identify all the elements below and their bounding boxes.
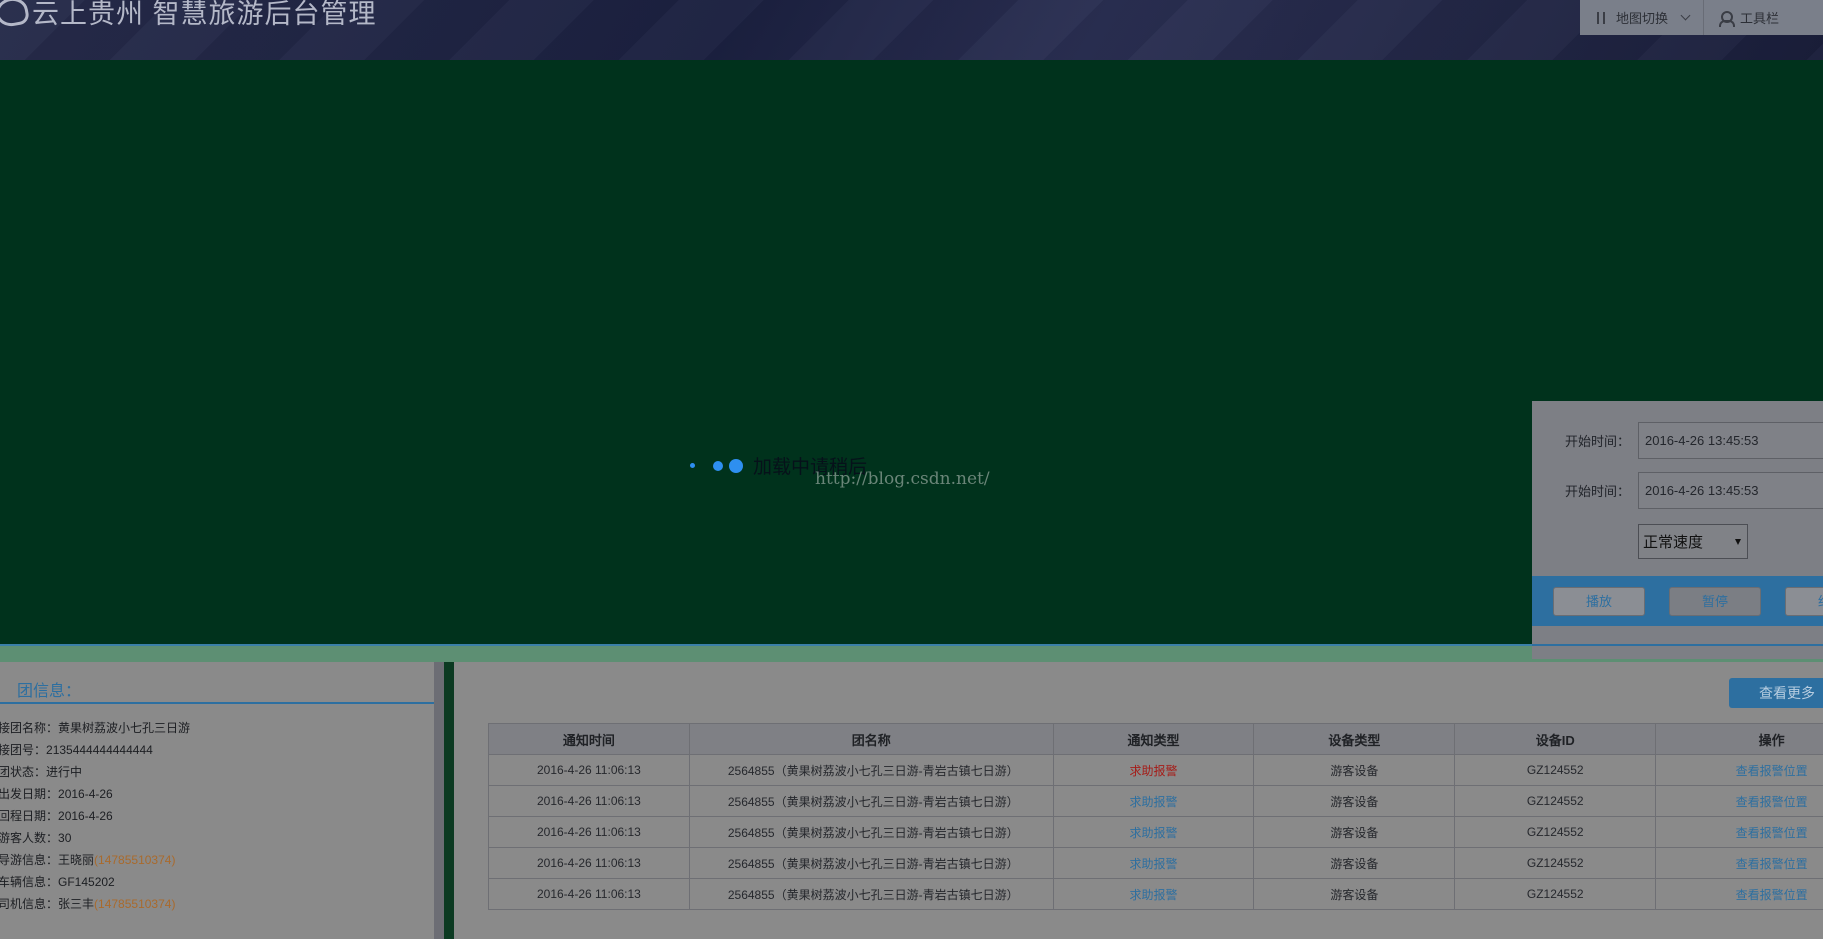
play-button[interactable]: 播放 [1553, 587, 1645, 616]
notice-type: 求助报警 [1052, 754, 1255, 786]
playback-panel: 开始时间： 2016-4-26 13:45:53 开始时间： 2016-4-26… [1532, 401, 1823, 659]
table-row: 2016-4-26 11:06:13 2564855（黄果树荔波小七孔三日游-青… [488, 847, 1823, 879]
column-header: 设备ID [1454, 723, 1657, 755]
column-header: 操作 [1655, 723, 1823, 755]
group-name: 2564855（黄果树荔波小七孔三日游-青岩古镇七日游） [688, 754, 1054, 786]
notice-type: 求助报警 [1052, 847, 1255, 879]
start-time-label: 开始时间： [1564, 434, 1630, 449]
view-alarm-location-link[interactable]: 查看报警位置 [1655, 816, 1823, 848]
group-info-panel: 团信息： 接团名称：黄果树荔波小七孔三日游 接团号：21354444444444… [0, 662, 444, 939]
user-icon [1718, 10, 1736, 27]
toolbar-label: 工具栏 [1740, 11, 1780, 26]
notice-time: 2016-4-26 11:06:13 [488, 878, 690, 910]
toolbar-button[interactable]: 工具栏 [1704, 0, 1793, 35]
info-row: 导游信息：王晓丽(14785510374) [0, 853, 176, 867]
table-row: 2016-4-26 11:06:13 2564855（黄果树荔波小七孔三日游-青… [488, 754, 1823, 786]
column-header: 团名称 [688, 723, 1054, 755]
info-row: 司机信息：张三丰(14785510374) [0, 897, 176, 911]
view-alarm-location-link[interactable]: 查看报警位置 [1655, 878, 1823, 910]
start-time-row-1: 开始时间： 2016-4-26 13:45:53 [1532, 422, 1823, 459]
info-row: 团状态：进行中 [0, 765, 83, 779]
column-header: 通知类型 [1052, 723, 1255, 755]
device-type: 游客设备 [1253, 816, 1456, 848]
view-alarm-location-link[interactable]: 查看报警位置 [1655, 754, 1823, 786]
notice-time: 2016-4-26 11:06:13 [488, 847, 690, 879]
group-info-list: 接团名称：黄果树荔波小七孔三日游 接团号：2135444444444444 团状… [0, 717, 190, 915]
loading-dot-icon [729, 458, 743, 473]
notices-panel: 查看更多 通知时间 团名称 通知类型 设备类型 设备ID 操作 2016-4-2… [454, 662, 1823, 939]
divider [0, 702, 434, 704]
notices-table: 通知时间 团名称 通知类型 设备类型 设备ID 操作 2016-4-26 11:… [488, 723, 1823, 910]
group-name: 2564855（黄果树荔波小七孔三日游-青岩古镇七日游） [688, 785, 1054, 817]
group-name: 2564855（黄果树荔波小七孔三日游-青岩古镇七日游） [688, 847, 1054, 879]
device-type: 游客设备 [1253, 785, 1456, 817]
playback-controls: 播放 暂停 结束 [1532, 576, 1823, 626]
app-title: 云上贵州 智慧旅游后台管理 [32, 0, 377, 29]
map-switch-button[interactable]: 地图切换 [1580, 0, 1705, 35]
device-type: 游客设备 [1253, 754, 1456, 786]
device-id: GZ124552 [1454, 816, 1657, 848]
info-row: 游客人数：30 [0, 831, 72, 845]
table-header-row: 通知时间 团名称 通知类型 设备类型 设备ID 操作 [488, 723, 1823, 755]
pause-button[interactable]: 暂停 [1669, 587, 1761, 616]
divider [1532, 644, 1823, 646]
loading-dot-icon [713, 460, 723, 471]
table-row: 2016-4-26 11:06:13 2564855（黄果树荔波小七孔三日游-青… [488, 816, 1823, 848]
driver-phone: (14785510374) [94, 897, 176, 911]
column-header: 设备类型 [1253, 723, 1456, 755]
notice-type: 求助报警 [1052, 816, 1255, 848]
start-time-label: 开始时间： [1564, 484, 1630, 499]
loading-dot-icon [690, 463, 695, 468]
header-toolbar: 地图切换 工具栏 [1580, 0, 1823, 35]
speed-value: 正常速度 [1643, 533, 1704, 551]
device-id: GZ124552 [1454, 878, 1657, 910]
swap-icon [1594, 11, 1608, 25]
device-id: GZ124552 [1454, 847, 1657, 879]
group-name: 2564855（黄果树荔波小七孔三日游-青岩古镇七日游） [688, 878, 1054, 910]
view-more-button[interactable]: 查看更多 [1729, 678, 1823, 708]
caret-down-icon [1735, 538, 1741, 545]
logo-icon [0, 0, 31, 29]
view-alarm-location-link[interactable]: 查看报警位置 [1655, 785, 1823, 817]
notice-type: 求助报警 [1052, 878, 1255, 910]
column-header: 通知时间 [488, 723, 690, 755]
chevron-down-icon [1680, 10, 1691, 21]
device-type: 游客设备 [1253, 878, 1456, 910]
info-row: 接团号：2135444444444444 [0, 743, 153, 757]
device-id: GZ124552 [1454, 785, 1657, 817]
notice-time: 2016-4-26 11:06:13 [488, 785, 690, 817]
map-switch-label: 地图切换 [1616, 11, 1669, 26]
info-row: 接团名称：黄果树荔波小七孔三日游 [0, 721, 191, 735]
info-row: 出发日期：2016-4-26 [0, 787, 113, 801]
guide-phone: (14785510374) [94, 853, 176, 867]
info-row: 回程日期：2016-4-26 [0, 809, 113, 823]
group-info-title: 团信息： [17, 683, 82, 700]
notice-time: 2016-4-26 11:06:13 [488, 754, 690, 786]
info-row: 车辆信息：GF145202 [0, 875, 115, 889]
table-row: 2016-4-26 11:06:13 2564855（黄果树荔波小七孔三日游-青… [488, 785, 1823, 817]
notice-type: 求助报警 [1052, 785, 1255, 817]
group-name: 2564855（黄果树荔波小七孔三日游-青岩古镇七日游） [688, 816, 1054, 848]
device-type: 游客设备 [1253, 847, 1456, 879]
stop-button[interactable]: 结束 [1785, 587, 1823, 616]
start-time-input-2[interactable]: 2016-4-26 13:45:53 [1638, 472, 1823, 509]
table-row: 2016-4-26 11:06:13 2564855（黄果树荔波小七孔三日游-青… [488, 878, 1823, 910]
view-alarm-location-link[interactable]: 查看报警位置 [1655, 847, 1823, 879]
start-time-input-1[interactable]: 2016-4-26 13:45:53 [1638, 422, 1823, 459]
top-header: 云上贵州 智慧旅游后台管理 地图切换 工具栏 [0, 0, 1823, 60]
app-logo: 云上贵州 智慧旅游后台管理 [0, 0, 377, 31]
notice-time: 2016-4-26 11:06:13 [488, 816, 690, 848]
watermark: http://blog.csdn.net/ [815, 469, 990, 489]
speed-select[interactable]: 正常速度 [1638, 524, 1748, 559]
device-id: GZ124552 [1454, 754, 1657, 786]
start-time-row-2: 开始时间： 2016-4-26 13:45:53 [1532, 472, 1823, 509]
